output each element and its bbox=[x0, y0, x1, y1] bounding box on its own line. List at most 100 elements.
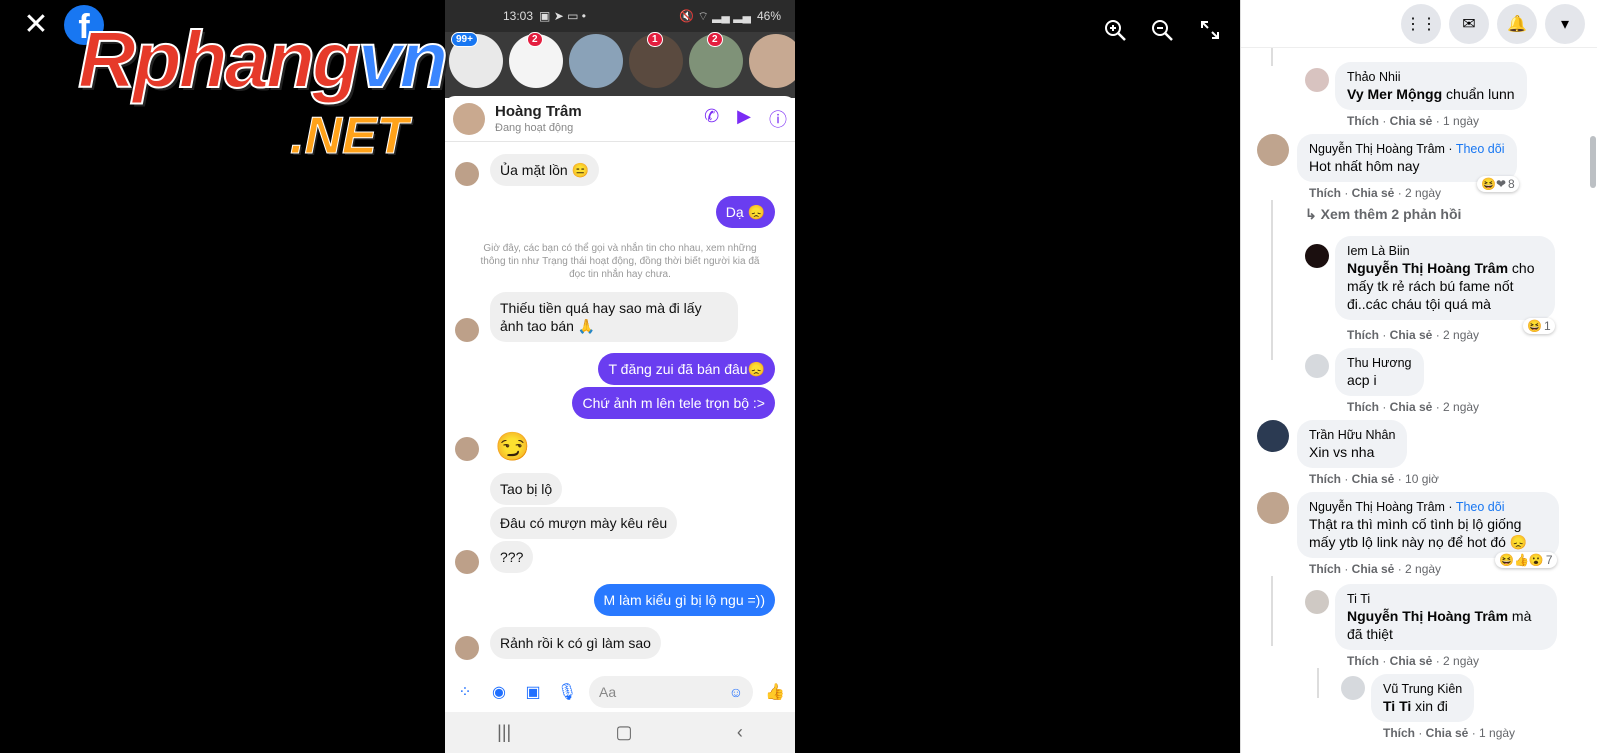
avatar bbox=[455, 162, 479, 186]
message-incoming: Ủa mặt lồn 😑 bbox=[490, 154, 600, 186]
story-badge: 99+ bbox=[451, 32, 478, 47]
contact-avatar[interactable] bbox=[453, 102, 485, 135]
message-incoming: ??? bbox=[490, 541, 534, 573]
message-incoming: Rảnh rồi k có gì làm sao bbox=[490, 627, 661, 659]
avatar[interactable] bbox=[1257, 134, 1289, 166]
top-nav: ⋮⋮ ✉ 🔔 ▾ bbox=[1241, 0, 1597, 48]
story-badge: 1 bbox=[647, 32, 663, 47]
recents-icon[interactable]: ||| bbox=[497, 722, 511, 743]
comment-bubble: Ti Ti Nguyễn Thị Hoàng Trâm mà đã thiệt bbox=[1335, 584, 1557, 650]
status-bar: 13:03 ▣ ➤ ▭ • 🔇 ⌔ ▂▄ ▂▄ 46% bbox=[445, 0, 795, 32]
avatar[interactable] bbox=[1257, 420, 1289, 452]
info-icon[interactable]: ⓘ bbox=[769, 106, 787, 132]
avatar[interactable] bbox=[1305, 354, 1329, 378]
comment-bubble: Nguyễn Thị Hoàng Trâm · Theo dõi Hot nhất… bbox=[1297, 134, 1517, 182]
reaction-count[interactable]: 😆👍😮 7 bbox=[1495, 552, 1557, 568]
comment-meta: Thích · Chia sẻ · 2 ngày bbox=[1309, 562, 1442, 576]
message-outgoing: T đăng zui đã bán đâu😞 bbox=[598, 353, 775, 385]
messenger-icon[interactable]: ✉ bbox=[1449, 3, 1489, 44]
comment-bubble: Iem Là Biin Nguyễn Thị Hoàng Trâm cho mấy… bbox=[1335, 236, 1555, 320]
comment-meta: Thích · Chia sẻ · 1 ngày bbox=[1347, 114, 1480, 128]
mic-icon[interactable]: 🎙 bbox=[555, 680, 579, 704]
avatar bbox=[455, 437, 479, 461]
avatar[interactable] bbox=[1305, 590, 1329, 614]
contact-name[interactable]: Hoàng Trâm bbox=[495, 103, 582, 120]
story-avatar[interactable]: 1 bbox=[629, 32, 683, 88]
view-more-replies[interactable]: ↳ Xem thêm 2 phản hồi bbox=[1305, 206, 1461, 223]
story-avatar[interactable]: 99+ bbox=[449, 32, 503, 88]
message-incoming: Đâu có mượn mày kêu rêu bbox=[490, 507, 678, 539]
watermark-logo: Rphangvn bbox=[77, 15, 449, 105]
avatar bbox=[455, 318, 479, 342]
message-outgoing: M làm kiểu gì bị lộ ngu =)) bbox=[593, 584, 775, 616]
input-placeholder: Aa bbox=[599, 684, 617, 700]
comments-panel: ⋮⋮ ✉ 🔔 ▾ Thảo Nhii Vy Mer Mộngg chuẩn lun… bbox=[1240, 0, 1597, 753]
signal-icons: 🔇 ⌔ ▂▄ ▂▄ bbox=[679, 8, 751, 23]
thread-line bbox=[1271, 200, 1273, 360]
avatar bbox=[455, 550, 479, 574]
message-outgoing: Chứ ảnh m lên tele trọn bộ :> bbox=[572, 387, 775, 419]
watermark-net: .NET bbox=[289, 107, 409, 165]
comment-bubble: Trần Hữu Nhân Xin vs nha bbox=[1297, 420, 1408, 468]
story-avatar[interactable]: 2 bbox=[509, 32, 563, 88]
menu-dots-icon[interactable]: ⁘ bbox=[453, 680, 477, 704]
photo-viewer: ✕ f 13:03 ▣ ➤ ▭ • 🔇 ⌔ ▂▄ ▂▄ 46% 99+ 2 1 2 … bbox=[0, 0, 1240, 753]
bell-icon[interactable]: 🔔 bbox=[1497, 3, 1537, 44]
avatar[interactable] bbox=[1305, 244, 1329, 268]
comment-meta: Thích · Chia sẻ · 2 ngày bbox=[1347, 328, 1480, 342]
story-avatar[interactable]: 2 bbox=[689, 32, 743, 88]
close-button[interactable]: ✕ bbox=[22, 10, 50, 40]
story-badge: 2 bbox=[527, 32, 543, 47]
message-input[interactable]: Aa ☺ bbox=[589, 676, 753, 708]
story-avatar[interactable] bbox=[749, 34, 795, 88]
home-icon[interactable]: ▢ bbox=[616, 722, 633, 743]
story-avatar[interactable] bbox=[569, 34, 623, 88]
comment-bubble: Vũ Trung Kiên Ti Ti xin đi bbox=[1371, 674, 1475, 722]
like-icon[interactable]: 👍 bbox=[763, 680, 787, 704]
chat-header: Hoàng Trâm Đang hoạt động ✆ ▶ ⓘ bbox=[445, 96, 795, 142]
time: 13:03 bbox=[503, 9, 534, 23]
message-emoji: 😏 bbox=[495, 431, 530, 462]
battery: 46% bbox=[756, 9, 781, 23]
zoom-in-icon[interactable] bbox=[1103, 18, 1127, 42]
avatar[interactable] bbox=[1257, 492, 1289, 524]
reaction-count[interactable]: 😆❤ 8 bbox=[1477, 176, 1519, 192]
system-note: Giờ đây, các bạn có thể gọi và nhắn tin … bbox=[480, 243, 760, 280]
thread-line bbox=[1271, 576, 1273, 646]
comment-meta: Thích · Chia sẻ · 2 ngày bbox=[1347, 400, 1480, 414]
comment-meta: Thích · Chia sẻ · 1 ngày bbox=[1383, 726, 1516, 740]
screenshot-phone: 13:03 ▣ ➤ ▭ • 🔇 ⌔ ▂▄ ▂▄ 46% 99+ 2 1 2 Hoàn… bbox=[445, 0, 795, 753]
story-badge: 2 bbox=[707, 32, 723, 47]
image-icon[interactable]: ▣ bbox=[521, 680, 545, 704]
emoji-icon[interactable]: ☺ bbox=[729, 684, 743, 700]
video-icon[interactable]: ▶ bbox=[737, 106, 751, 132]
avatar[interactable] bbox=[1305, 68, 1329, 92]
comment-meta: Thích · Chia sẻ · 2 ngày bbox=[1309, 186, 1442, 200]
fullscreen-icon[interactable] bbox=[1198, 18, 1222, 42]
reaction-count[interactable]: 😆 1 bbox=[1523, 318, 1555, 334]
message-incoming: Tao bị lộ bbox=[490, 473, 563, 505]
back-icon[interactable]: ‹ bbox=[737, 722, 743, 743]
message-outgoing: Dạ 😞 bbox=[715, 196, 775, 228]
stories-row: 99+ 2 1 2 bbox=[445, 32, 795, 98]
comment-bubble: Thu Hương acp i bbox=[1335, 348, 1424, 396]
comment-bubble: Thảo Nhii Vy Mer Mộngg chuẩn lunn bbox=[1335, 62, 1527, 110]
comment-meta: Thích · Chia sẻ · 10 giờ bbox=[1309, 472, 1439, 486]
zoom-out-icon[interactable] bbox=[1150, 18, 1174, 42]
thread-line bbox=[1271, 48, 1273, 66]
account-dropdown-icon[interactable]: ▾ bbox=[1545, 3, 1585, 44]
contact-status: Đang hoạt động bbox=[495, 121, 574, 134]
camera-icon[interactable]: ◉ bbox=[487, 680, 511, 704]
phone-icon[interactable]: ✆ bbox=[704, 106, 719, 132]
menu-grid-icon[interactable]: ⋮⋮ bbox=[1401, 3, 1441, 44]
thread-line bbox=[1317, 668, 1319, 698]
message-input-bar: ⁘ ◉ ▣ 🎙 Aa ☺ 👍 bbox=[445, 672, 795, 712]
scrollbar[interactable] bbox=[1590, 136, 1596, 188]
comment-meta: Thích · Chia sẻ · 2 ngày bbox=[1347, 654, 1480, 668]
android-nav-bar: ||| ▢ ‹ bbox=[445, 712, 795, 753]
avatar bbox=[455, 636, 479, 660]
comment-bubble: Nguyễn Thị Hoàng Trâm · Theo dõi Thật ra … bbox=[1297, 492, 1559, 558]
message-incoming: Thiếu tiền quá hay sao mà đi lấy ảnh tao… bbox=[490, 292, 738, 342]
avatar[interactable] bbox=[1341, 676, 1365, 700]
notification-icons: ▣ ➤ ▭ • bbox=[539, 9, 586, 23]
